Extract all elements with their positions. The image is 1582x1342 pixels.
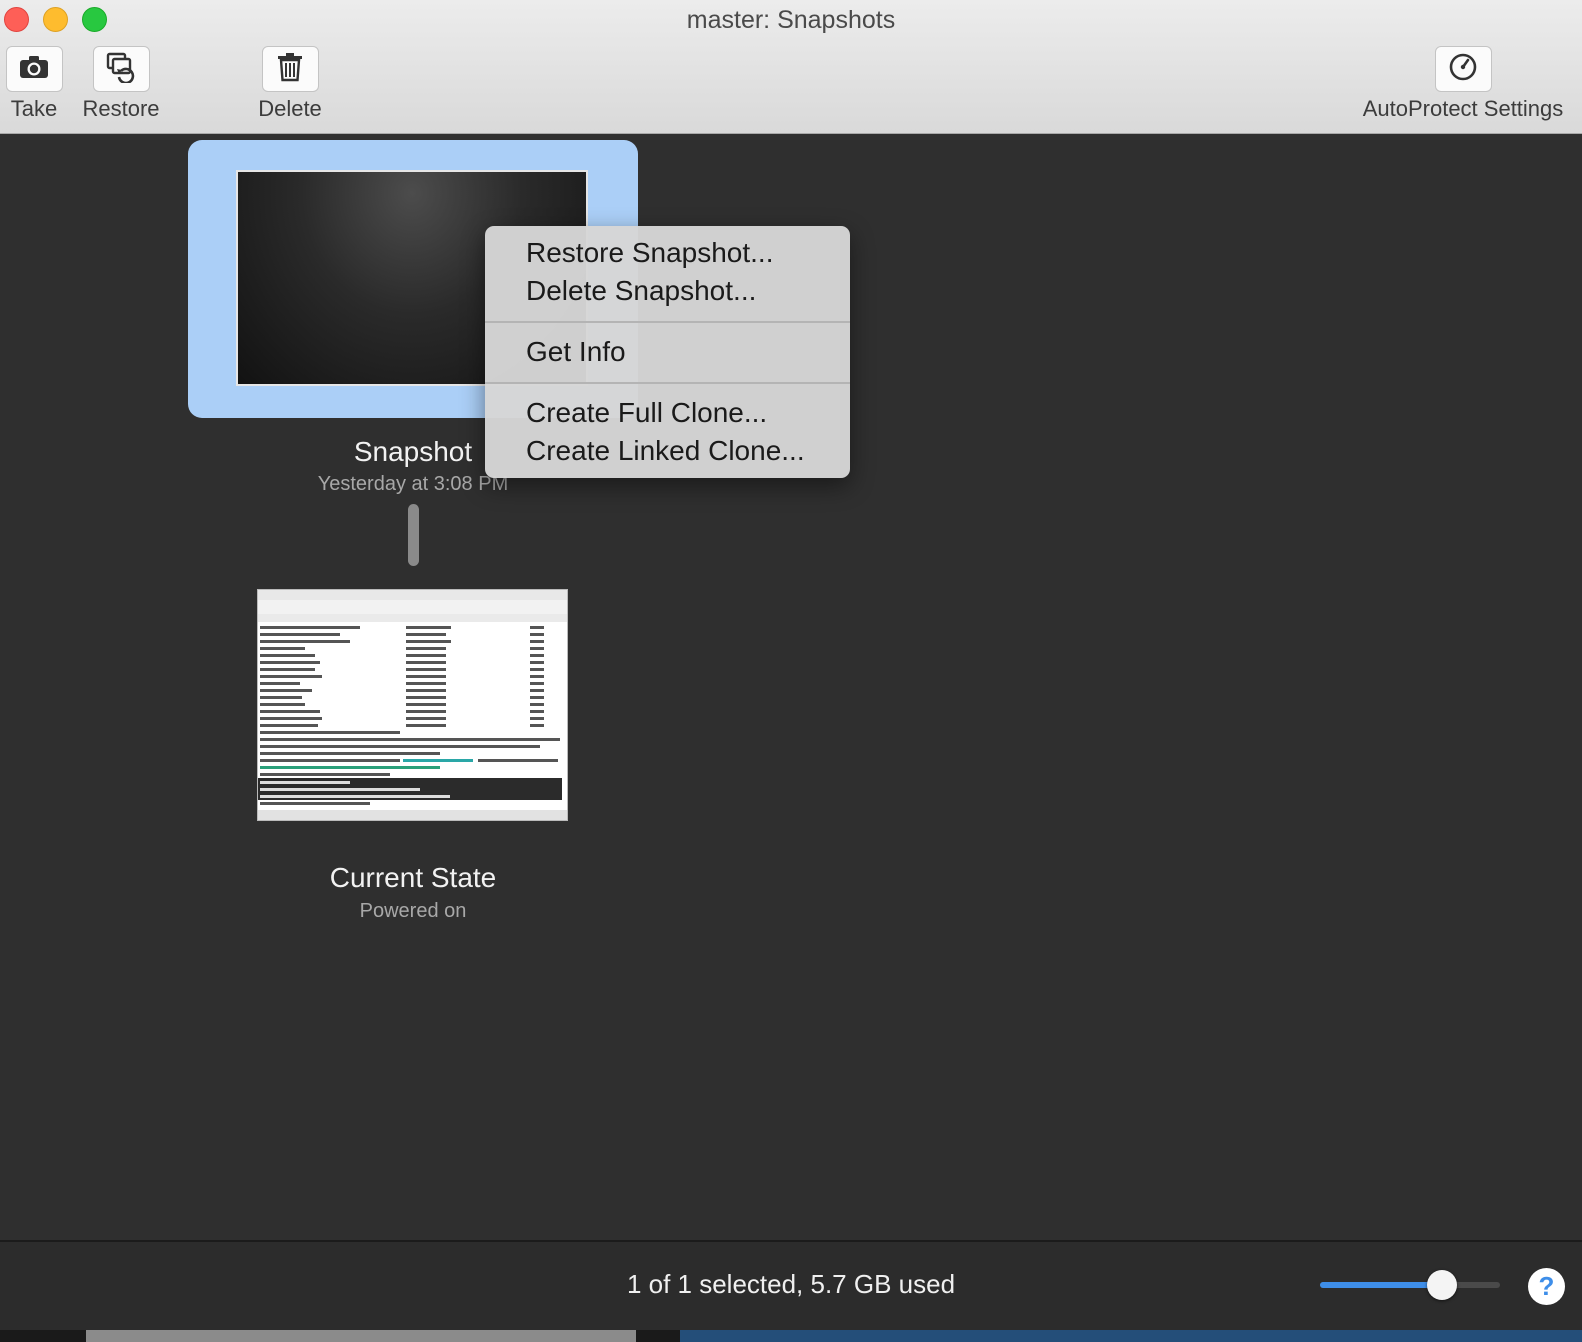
thumbnail-size-slider[interactable] bbox=[1320, 1270, 1500, 1300]
take-snapshot-button[interactable]: Take bbox=[4, 46, 64, 122]
menu-separator bbox=[485, 382, 850, 384]
tree-connector bbox=[408, 504, 419, 566]
autoprotect-label: AutoProtect Settings bbox=[1362, 96, 1564, 121]
context-menu: Restore Snapshot... Delete Snapshot... G… bbox=[485, 226, 850, 478]
restore-label: Restore bbox=[82, 96, 160, 121]
current-state-status: Powered on bbox=[359, 900, 467, 922]
window-title: master: Snapshots bbox=[686, 6, 896, 34]
camera-icon bbox=[19, 54, 49, 85]
delete-snapshot-button[interactable]: Delete bbox=[255, 46, 325, 122]
menu-item-create-full-clone[interactable]: Create Full Clone... bbox=[485, 394, 850, 432]
menu-item-get-info[interactable]: Get Info bbox=[485, 333, 850, 371]
restore-snapshot-button[interactable]: Restore bbox=[80, 46, 162, 122]
snapshot-tree: Snapshot Yesterday at 3:08 PM Current St… bbox=[0, 134, 1582, 1240]
slider-fill bbox=[1320, 1282, 1443, 1288]
autoprotect-settings-button[interactable]: AutoProtect Settings bbox=[1352, 46, 1574, 122]
menu-item-restore-snapshot[interactable]: Restore Snapshot... bbox=[485, 234, 850, 272]
dock-strip bbox=[0, 1330, 1582, 1342]
delete-label: Delete bbox=[258, 96, 322, 121]
current-state-thumbnail[interactable] bbox=[257, 589, 568, 821]
gauge-icon bbox=[1448, 52, 1478, 87]
menu-item-create-linked-clone[interactable]: Create Linked Clone... bbox=[485, 432, 850, 470]
snapshots-window: master: Snapshots Take Restore Delete Au… bbox=[0, 0, 1582, 1342]
trash-icon bbox=[276, 52, 304, 87]
title-bar: master: Snapshots Take Restore Delete Au… bbox=[0, 0, 1582, 134]
help-button[interactable]: ? bbox=[1528, 1268, 1565, 1305]
dock-segment bbox=[680, 1330, 1582, 1342]
status-bar: 1 of 1 selected, 5.7 GB used ? bbox=[0, 1240, 1582, 1330]
take-label: Take bbox=[10, 96, 58, 121]
restore-icon bbox=[105, 51, 137, 88]
menu-separator bbox=[485, 321, 850, 323]
dock-segment bbox=[86, 1330, 636, 1342]
menu-item-delete-snapshot[interactable]: Delete Snapshot... bbox=[485, 272, 850, 310]
current-state-name: Current State bbox=[329, 862, 497, 893]
